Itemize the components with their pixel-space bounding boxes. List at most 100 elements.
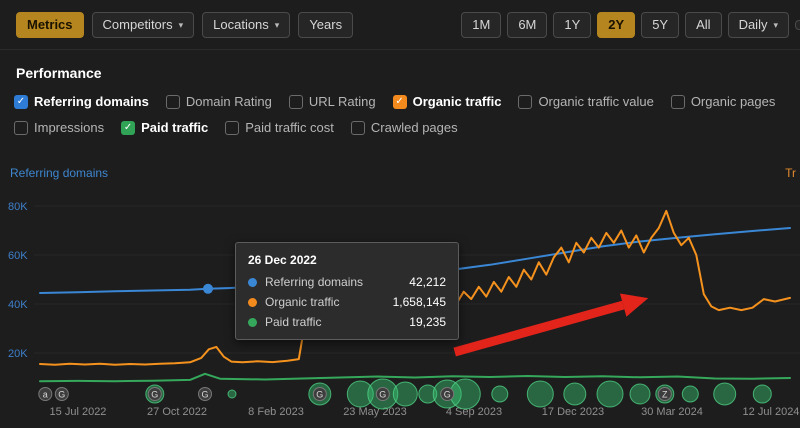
- toolbar-right-group: 1M 6M 1Y 2Y 5Y All Daily ▾: [461, 12, 800, 38]
- unchecked-checkbox-icon[interactable]: [166, 95, 180, 109]
- metric-label: Crawled pages: [371, 120, 458, 135]
- tooltip-series-value: 19,235: [409, 315, 446, 329]
- event-bubble[interactable]: [564, 383, 586, 405]
- button-competitors[interactable]: Competitors ▾: [92, 12, 195, 38]
- metric-label: Impressions: [34, 120, 104, 135]
- event-bubble[interactable]: [630, 384, 650, 404]
- right-axis-label-clipped: Tr: [785, 166, 796, 180]
- metric-checkbox-domain-rating[interactable]: Domain Rating: [166, 94, 272, 109]
- unchecked-checkbox-icon[interactable]: [289, 95, 303, 109]
- button-metrics[interactable]: Metrics: [16, 12, 84, 38]
- button-label: 1Y: [564, 17, 580, 33]
- x-axis-tick-label: 27 Oct 2022: [147, 406, 207, 418]
- y-axis-tick-label: 20K: [8, 348, 28, 360]
- metric-checkbox-organic-traffic-value[interactable]: Organic traffic value: [518, 94, 653, 109]
- event-badge-letter: G: [151, 390, 158, 400]
- button-5y[interactable]: 5Y: [641, 12, 679, 38]
- metric-label: Domain Rating: [186, 94, 272, 109]
- event-bubble[interactable]: [228, 390, 236, 398]
- metric-label: Organic pages: [691, 94, 776, 109]
- event-badge-letter: Z: [662, 390, 668, 400]
- button-2y[interactable]: 2Y: [597, 12, 635, 38]
- metric-label: Referring domains: [34, 94, 149, 109]
- tooltip-series-value: 42,212: [409, 275, 446, 289]
- x-axis-tick-label: 8 Feb 2023: [248, 406, 304, 418]
- y-axis-tick-label: 40K: [8, 299, 28, 311]
- series-dot-icon: [248, 278, 257, 287]
- toolbar: MetricsCompetitors▾Locations▾Years 1M6M1…: [0, 0, 800, 50]
- series-dot-icon: [248, 298, 257, 307]
- unchecked-checkbox-icon[interactable]: [351, 121, 365, 135]
- metric-checkbox-organic-pages[interactable]: Organic pages: [671, 94, 776, 109]
- app-root: MetricsCompetitors▾Locations▾Years 1M6M1…: [0, 0, 800, 428]
- event-bubble[interactable]: [393, 382, 417, 406]
- button-label: 5Y: [652, 17, 668, 33]
- chart-area: 80K60K40K20K15 Jul 202227 Oct 20228 Feb …: [0, 182, 800, 428]
- metric-checkbox-organic-traffic[interactable]: ✓Organic traffic: [393, 94, 502, 109]
- button-all[interactable]: All: [685, 12, 721, 38]
- button-label: 2Y: [608, 17, 624, 33]
- button-daily[interactable]: Daily ▾: [728, 12, 789, 38]
- event-bubble[interactable]: [527, 381, 553, 407]
- event-bubble[interactable]: [682, 386, 698, 402]
- metric-checkbox-referring-domains[interactable]: ✓ Referring domains: [14, 94, 149, 109]
- tooltip-series-value: 1,658,145: [393, 295, 446, 309]
- button-years[interactable]: Years: [298, 12, 353, 38]
- metric-checkbox-impressions[interactable]: Impressions: [14, 120, 104, 135]
- metric-label: URL Rating: [309, 94, 376, 109]
- button-label: Daily: [739, 17, 768, 33]
- button-6m[interactable]: 6M: [507, 12, 547, 38]
- event-badge-letter: G: [444, 390, 451, 400]
- chevron-down-icon: ▾: [773, 17, 778, 33]
- button-1y[interactable]: 1Y: [553, 12, 591, 38]
- series-line-paid-traffic: [40, 374, 790, 381]
- hover-marker-dot: [203, 284, 213, 294]
- metric-checkbox-paid-traffic[interactable]: ✓ Paid traffic: [121, 120, 208, 135]
- checked-checkbox-icon[interactable]: ✓: [393, 95, 407, 109]
- event-badge-letter: G: [201, 390, 208, 400]
- metric-checkbox-paid-traffic-cost[interactable]: Paid traffic cost: [225, 120, 334, 135]
- event-bubble[interactable]: [450, 379, 480, 409]
- event-bubble[interactable]: [753, 385, 771, 403]
- button-label: Years: [309, 17, 342, 33]
- unchecked-checkbox-icon[interactable]: [14, 121, 28, 135]
- x-axis-tick-label: 17 Dec 2023: [542, 406, 604, 418]
- x-axis-tick-label: 15 Jul 2022: [50, 406, 107, 418]
- event-badge-letter: G: [379, 390, 386, 400]
- button-label: All: [696, 17, 710, 33]
- annotation-arrow-shaft: [455, 305, 624, 352]
- series-dot-icon: [248, 318, 257, 327]
- button-clipped-edge[interactable]: [795, 20, 800, 30]
- y-axis-tick-label: 60K: [8, 250, 28, 262]
- unchecked-checkbox-icon[interactable]: [518, 95, 532, 109]
- tooltip-date: 26 Dec 2022: [248, 253, 446, 267]
- metric-checkbox-crawled-pages[interactable]: Crawled pages: [351, 120, 458, 135]
- chart-tooltip: 26 Dec 2022 Referring domains42,212Organ…: [235, 242, 459, 340]
- checked-checkbox-icon[interactable]: ✓: [121, 121, 135, 135]
- event-bubble[interactable]: [714, 383, 736, 405]
- button-label: Competitors: [103, 17, 173, 33]
- chevron-down-icon: ▾: [275, 17, 280, 33]
- button-1m[interactable]: 1M: [461, 12, 501, 38]
- chevron-down-icon: ▾: [179, 17, 184, 33]
- event-badge-letter: G: [316, 390, 323, 400]
- event-bubble[interactable]: [597, 381, 623, 407]
- annotation-arrow-head: [620, 294, 648, 317]
- tooltip-row: Paid traffic19,235: [248, 315, 446, 329]
- toolbar-left-group: MetricsCompetitors▾Locations▾Years: [16, 12, 353, 38]
- button-label: 6M: [518, 17, 536, 33]
- tooltip-row: Referring domains 42,212: [248, 275, 446, 289]
- checked-checkbox-icon[interactable]: ✓: [14, 95, 28, 109]
- metrics-row-1: ✓ Referring domains Domain Rating URL Ratin…: [14, 94, 786, 109]
- metric-checkbox-url-rating[interactable]: URL Rating: [289, 94, 376, 109]
- metric-label: Organic traffic value: [538, 94, 653, 109]
- x-axis-tick-label: 12 Jul 2024: [743, 406, 800, 418]
- unchecked-checkbox-icon[interactable]: [671, 95, 685, 109]
- event-bubble[interactable]: [492, 386, 508, 402]
- button-locations[interactable]: Locations▾: [202, 12, 290, 38]
- chart-header: Referring domains Tr: [0, 166, 800, 180]
- tooltip-series-label: Referring domains: [265, 275, 401, 289]
- metric-label: Paid traffic: [141, 120, 208, 135]
- button-label: 1M: [472, 17, 490, 33]
- unchecked-checkbox-icon[interactable]: [225, 121, 239, 135]
